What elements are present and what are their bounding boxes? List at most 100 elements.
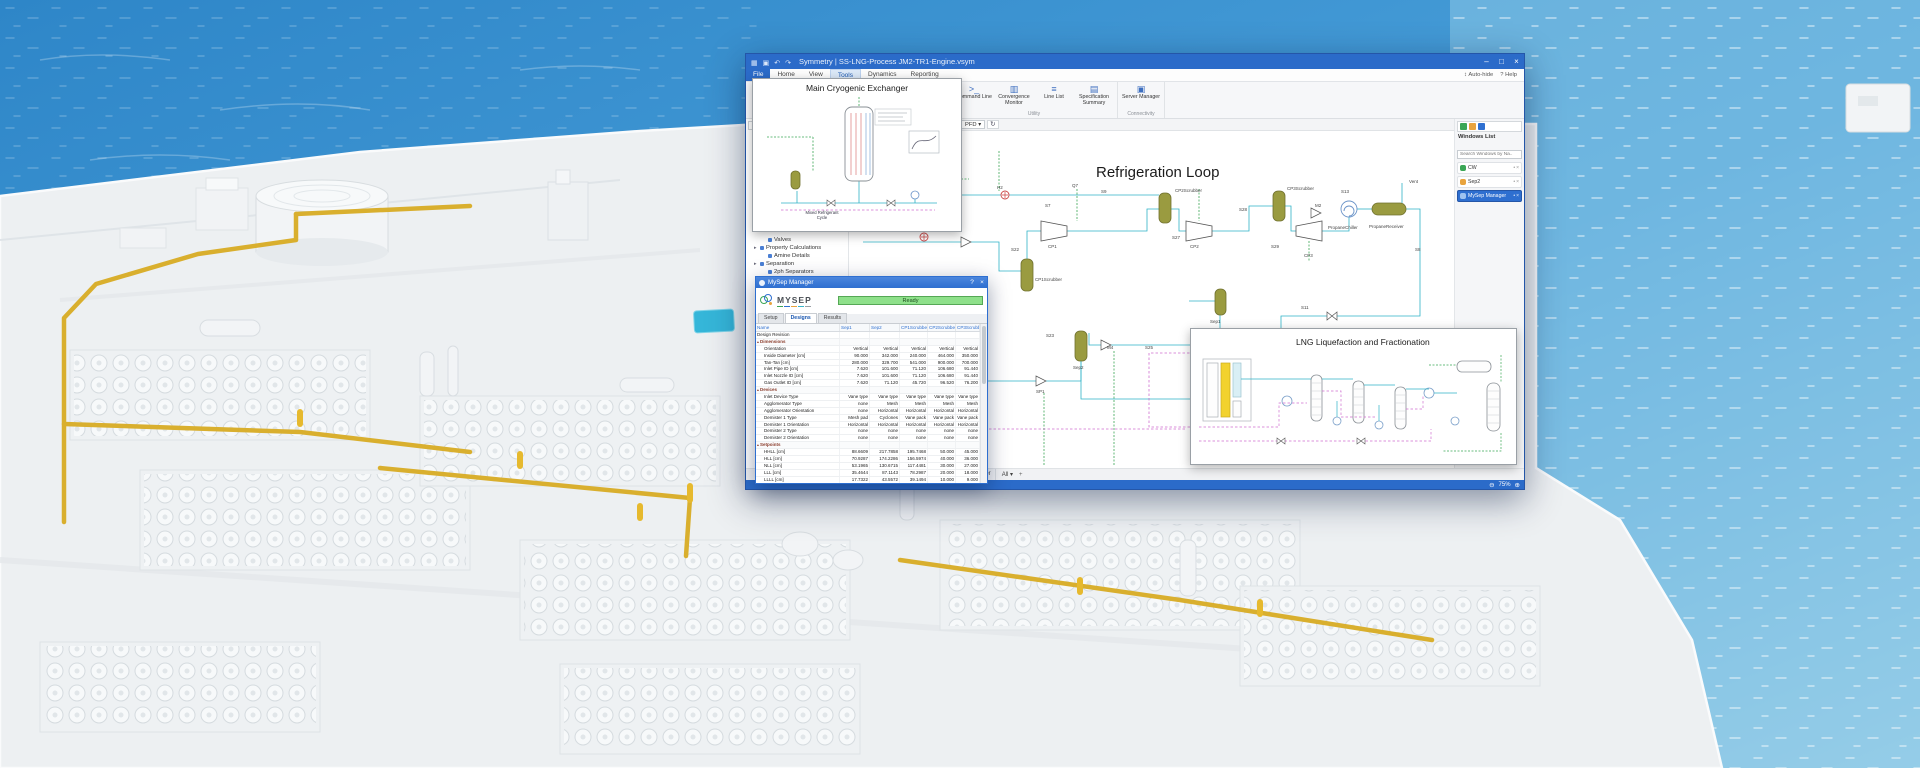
cp3scrubber-cell[interactable]: 18.000 (956, 469, 980, 476)
sep2-cell[interactable] (870, 332, 900, 338)
table-row[interactable]: Inlet Device Type Vane type Vane type Va… (756, 394, 980, 401)
cp2scrubber-cell[interactable]: none (928, 435, 956, 442)
cp1scrubber-cell[interactable]: 71.120 (900, 366, 928, 373)
close-icon[interactable]: × (1516, 193, 1519, 199)
sep1-cell[interactable]: 17.7322 (840, 476, 870, 483)
sep2-cell[interactable]: Vertical (870, 345, 900, 352)
cp2scrubber-cell[interactable]: Vane pack (928, 414, 956, 421)
table-row[interactable]: Demister 1 Type Mesh pad Cyclones Vane p… (756, 414, 980, 422)
minimize-button[interactable]: – (1479, 54, 1494, 69)
scrollbar-thumb[interactable] (982, 326, 986, 384)
sep2-cell[interactable] (870, 442, 900, 449)
cp2scrubber-cell[interactable]: 30.000 (928, 462, 956, 469)
filter-dropdown[interactable]: All ▾ (1002, 471, 1013, 478)
table-row[interactable]: Design Revision (756, 332, 980, 339)
cp3scrubber-cell[interactable]: Mesh (956, 400, 980, 407)
cp3scrubber-cell[interactable]: 700.000 (956, 359, 980, 366)
column-header[interactable]: Sep2 (870, 324, 900, 331)
cp3scrubber-cell[interactable]: 45.000 (956, 449, 980, 456)
sep1-cell[interactable]: Horizontal (840, 421, 870, 428)
table-row[interactable]: HLL [cm] 70.9287 174.2286 156.5974 40.00… (756, 456, 980, 463)
sep1-cell[interactable]: none (840, 435, 870, 442)
valve-v2[interactable] (1326, 311, 1338, 321)
ribbon-button[interactable]: ▥ Convergence Monitor (994, 83, 1034, 111)
pfd-view-dropdown[interactable]: PFD ▾ (960, 120, 986, 129)
windows-list-item[interactable]: Sep2 • × (1457, 176, 1522, 188)
cp1scrubber-cell[interactable]: Vane type (900, 394, 928, 400)
cp1scrubber-cell[interactable]: Mesh (900, 400, 928, 407)
add-sheet-button[interactable]: + (1019, 472, 1023, 478)
cooler-h1[interactable] (919, 232, 929, 242)
sep1-cell[interactable]: 280.000 (840, 359, 870, 366)
table-scrollbar[interactable] (980, 324, 987, 483)
cooler-h2[interactable] (1000, 190, 1010, 200)
table-row[interactable]: Demister 1 Orientation Horizontal Horizo… (756, 421, 980, 429)
sep1-cell[interactable]: 7.620 (840, 380, 870, 387)
mixer-m2[interactable] (1310, 207, 1322, 219)
cp2scrubber-cell[interactable]: Horizontal (928, 421, 956, 428)
cp1scrubber-cell[interactable]: Vane pack (900, 414, 928, 421)
sep1-cell[interactable]: Vane type (840, 394, 870, 400)
compressor-cp3[interactable] (1295, 220, 1323, 242)
sep1-cell[interactable]: 53.1965 (840, 462, 870, 469)
sep2-cell[interactable]: 130.6715 (870, 462, 900, 469)
mysep-tab[interactable]: Results (817, 313, 848, 323)
cp2scrubber-cell[interactable]: Mesh (928, 400, 956, 407)
close-button[interactable]: × (1509, 54, 1524, 69)
column-header[interactable]: Name (756, 324, 840, 331)
sep2-cell[interactable]: 101.600 (870, 373, 900, 380)
tree-item[interactable]: 2ph Separators (746, 268, 848, 276)
windows-search-input[interactable] (1457, 150, 1522, 159)
orange-window-icon[interactable] (1469, 123, 1476, 130)
lng-reflux-drum[interactable] (1456, 360, 1492, 373)
sep1-cell[interactable] (840, 387, 870, 394)
sep2-cell[interactable] (870, 338, 900, 345)
vessel-cp1scrubber[interactable] (1020, 258, 1034, 292)
sep2-cell[interactable]: 43.5572 (870, 476, 900, 483)
windows-list-item[interactable]: MySep Manager • × (1457, 190, 1522, 202)
sep1-cell[interactable] (840, 338, 870, 345)
vessel-cp2scrubber[interactable] (1158, 192, 1172, 224)
mysep-close-button[interactable]: × (977, 277, 987, 288)
sep1-cell[interactable]: 88.6609 (840, 449, 870, 456)
sep1-cell[interactable]: 90.000 (840, 352, 870, 359)
cp1scrubber-cell[interactable]: Horizontal (900, 421, 928, 428)
table-row[interactable]: Gas Outlet ID [cm] 7.620 71.120 45.720 9… (756, 380, 980, 388)
cp2scrubber-cell[interactable] (928, 332, 956, 338)
cp2scrubber-cell[interactable]: none (928, 428, 956, 435)
maximize-button[interactable]: □ (1494, 54, 1509, 69)
cp3scrubber-cell[interactable]: 91.440 (956, 366, 980, 373)
sep2-cell[interactable]: Vane type (870, 394, 900, 400)
cp2scrubber-cell[interactable]: 20.000 (928, 469, 956, 476)
cp1scrubber-cell[interactable]: 39.1494 (900, 476, 928, 483)
cp3scrubber-cell[interactable]: 36.000 (956, 456, 980, 462)
close-icon[interactable]: × (1516, 165, 1519, 171)
mce-inset-window[interactable]: Main Cryogenic Exchanger Mixed Refrigera… (752, 78, 962, 232)
cp1scrubber-cell[interactable]: 156.5974 (900, 456, 928, 462)
ribbon-button[interactable]: ▤ Specification Summary (1074, 83, 1114, 111)
sep2-cell[interactable]: Mesh (870, 400, 900, 407)
cp1scrubber-cell[interactable]: 78.2987 (900, 469, 928, 476)
cp1scrubber-cell[interactable] (900, 442, 928, 449)
cp3scrubber-cell[interactable]: 76.200 (956, 380, 980, 387)
sep1-cell[interactable]: Mesh pad (840, 414, 870, 421)
cp2scrubber-cell[interactable]: 464.000 (928, 352, 956, 359)
cp3scrubber-cell[interactable]: Vane type (956, 394, 980, 400)
tabbar-tool-button[interactable]: ↕ Auto-hide (1464, 72, 1493, 78)
pin-icon[interactable]: • (1513, 179, 1515, 185)
table-row[interactable]: Demister 2 Type none none none none none (756, 428, 980, 436)
cp2scrubber-cell[interactable]: Vertical (928, 345, 956, 352)
cp3scrubber-cell[interactable]: Horizontal (956, 407, 980, 414)
cp2scrubber-cell[interactable]: Horizontal (928, 407, 956, 414)
cp3scrubber-cell[interactable] (956, 442, 980, 449)
table-row[interactable]: Inlet Nozzle ID [cm] 7.620 101.600 71.12… (756, 373, 980, 381)
pin-icon[interactable]: • (1513, 193, 1515, 199)
table-row[interactable]: Demister 2 Orientation none none none no… (756, 435, 980, 443)
tabbar-tool-button[interactable]: ? Help (1500, 72, 1517, 78)
vessel-sep1[interactable] (1214, 288, 1227, 316)
compressor-cp2[interactable] (1185, 220, 1213, 242)
cp2scrubber-cell[interactable]: 10.000 (928, 476, 956, 483)
sep1-cell[interactable]: none (840, 428, 870, 435)
cp3scrubber-cell[interactable]: Vertical (956, 345, 980, 352)
cp1scrubber-cell[interactable]: none (900, 428, 928, 435)
